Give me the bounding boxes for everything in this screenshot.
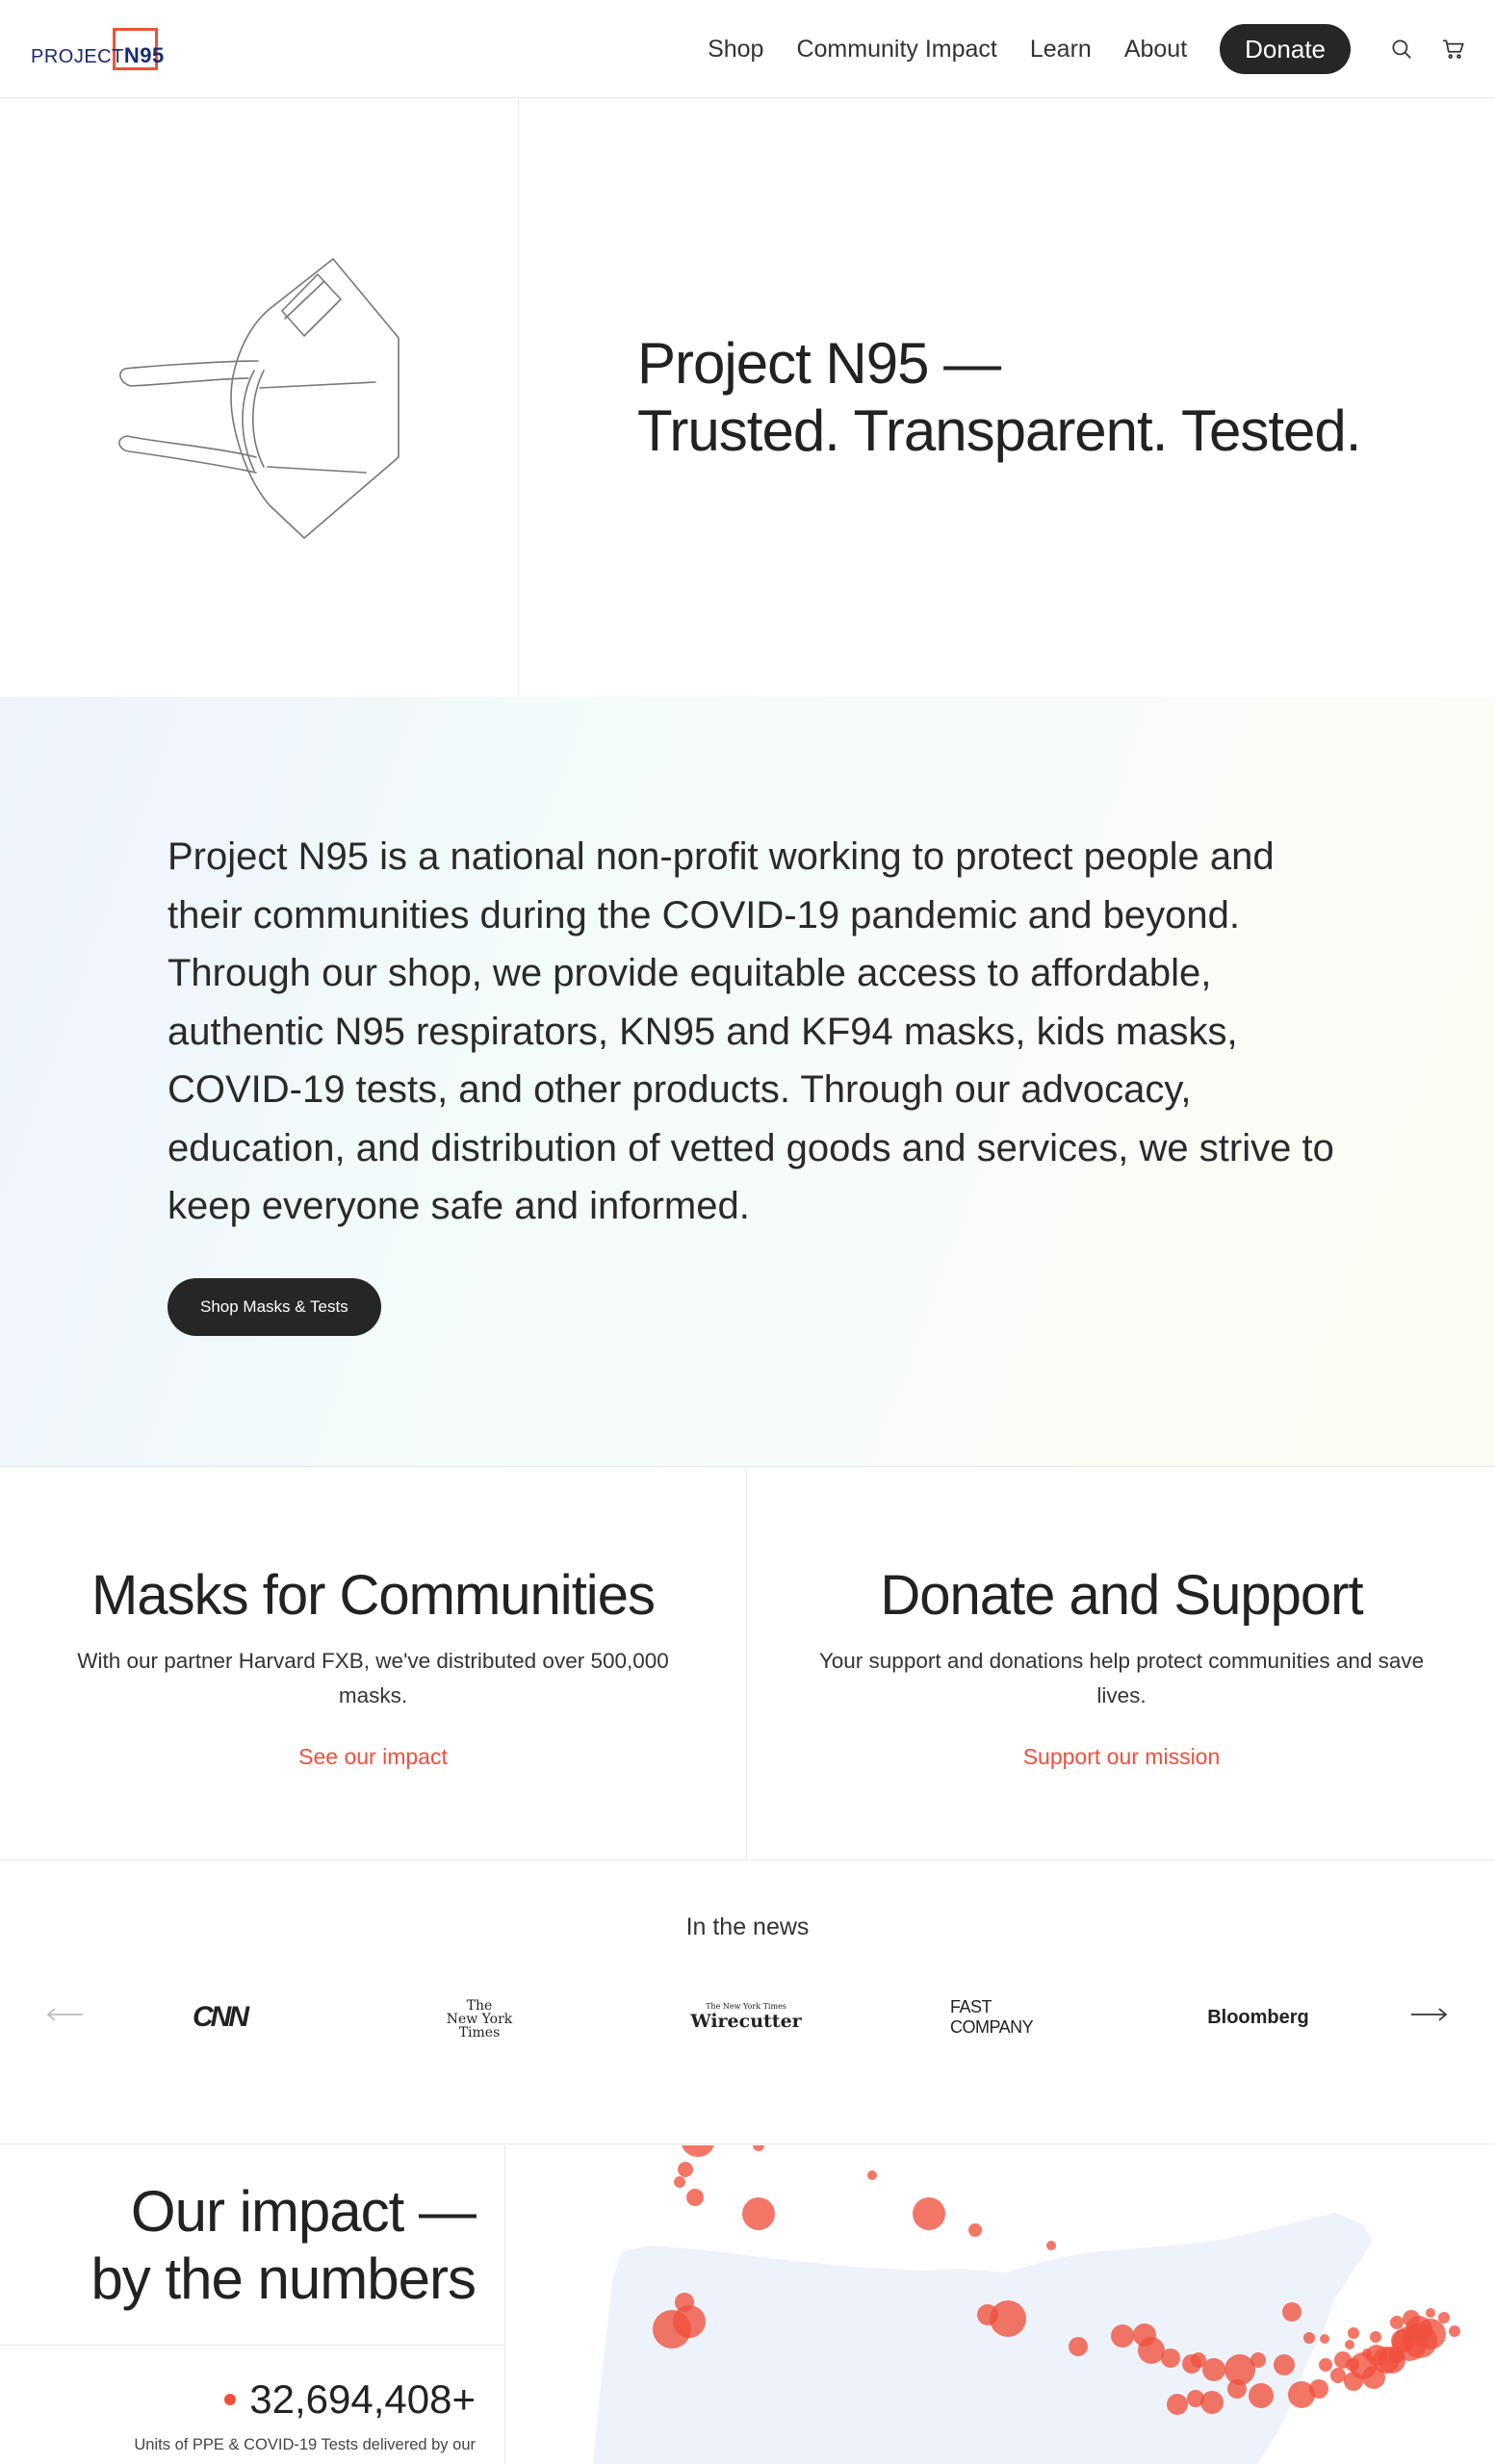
impact-location-marker (1161, 2348, 1180, 2368)
impact-location-marker (1187, 2390, 1204, 2407)
nav-about[interactable]: About (1124, 36, 1187, 64)
card-title: Masks for Communities (91, 1564, 656, 1627)
wirecutter-logo-kicker: The New York Times (706, 2002, 786, 2011)
units-delivered-count: 32,694,408+ (249, 2376, 476, 2422)
project-n95-logo[interactable]: PROJECTN95 (31, 28, 164, 70)
impact-location-marker (1182, 2354, 1201, 2374)
us-map-illustration (593, 2145, 1460, 2464)
impact-location-marker (1202, 2358, 1225, 2381)
impact-location-marker (1379, 2347, 1405, 2374)
impact-location-marker (1046, 2241, 1056, 2250)
impact-location-marker (1330, 2368, 1346, 2383)
support-our-mission-link[interactable]: Support our mission (748, 1744, 1495, 1770)
impact-location-marker (1282, 2302, 1302, 2322)
hero-section: Project N95 — Trusted. Transparent. Test… (0, 99, 1495, 696)
impact-location-marker (1227, 2379, 1247, 2399)
impact-location-marker (1345, 2340, 1354, 2349)
wirecutter-logo-text: Wirecutter (690, 2011, 802, 2032)
cart-icon[interactable] (1437, 33, 1470, 65)
fast-company-logo[interactable]: FAST COMPANY (950, 1997, 1056, 2037)
news-heading: In the news (685, 1913, 810, 1940)
carousel-prev-arrow-icon[interactable] (44, 2000, 87, 2029)
impact-location-marker (1344, 2372, 1363, 2391)
card-masks-for-communities: Masks for Communities With our partner H… (0, 1469, 747, 1861)
card-title: Donate and Support (880, 1564, 1363, 1627)
impact-location-marker (968, 2223, 982, 2237)
impact-location-marker (673, 2305, 706, 2338)
nyt-logo-line: The (466, 1998, 493, 2014)
impact-location-marker (977, 2304, 998, 2325)
impact-location-marker (1250, 2352, 1266, 2368)
nyt-logo-line: Times (458, 2025, 501, 2040)
impact-location-marker (1449, 2325, 1460, 2337)
impact-location-marker (753, 2145, 764, 2151)
impact-location-marker (678, 2162, 693, 2177)
units-delivered-label: Units of PPE & COVID-19 Tests delivered … (134, 2436, 476, 2453)
impact-location-marker (1426, 2308, 1435, 2318)
n95-mask-illustration (118, 258, 400, 539)
impact-location-marker (1370, 2331, 1381, 2343)
impact-location-marker (1403, 2310, 1420, 2327)
impact-location-marker (1274, 2354, 1295, 2375)
impact-location-marker (682, 2145, 714, 2157)
impact-location-marker (1249, 2383, 1274, 2408)
divider (0, 2345, 505, 2346)
impact-location-marker (1288, 2381, 1315, 2408)
impact-location-marker (1069, 2337, 1088, 2356)
bloomberg-logo[interactable]: Bloomberg (1205, 1998, 1311, 2037)
us-impact-map (506, 2145, 1495, 2464)
impact-heading-line1: Our impact — (130, 2179, 477, 2244)
impact-location-marker (1348, 2327, 1359, 2339)
hero-heading: Project N95 — Trusted. Transparent. Test… (637, 330, 1361, 465)
hero-heading-line2: Trusted. Transparent. Tested. (637, 398, 1361, 463)
nyt-logo-line: New York (446, 2012, 513, 2027)
mission-statement: Project N95 is a national non-profit wor… (168, 835, 1334, 1227)
logo-wordmark: PROJECTN95 (31, 43, 165, 67)
impact-location-marker (1362, 2366, 1385, 2389)
us-map-land (593, 2213, 1373, 2464)
impact-location-marker (1320, 2334, 1329, 2344)
card-donate-and-support: Donate and Support Your support and dona… (748, 1469, 1495, 1861)
search-icon[interactable] (1385, 33, 1418, 65)
impact-location-marker (1390, 2316, 1404, 2329)
impact-heading: Our impact — by the numbers (90, 2178, 477, 2313)
impact-section: Our impact — by the numbers 32,694,408+ … (0, 2145, 1495, 2464)
impact-location-marker (742, 2197, 775, 2230)
impact-location-marker (1138, 2337, 1165, 2364)
donate-button[interactable]: Donate (1220, 24, 1351, 74)
impact-location-marker (686, 2189, 704, 2206)
carousel-next-arrow-icon[interactable] (1407, 2000, 1450, 2029)
nav-shop[interactable]: Shop (708, 36, 763, 64)
wirecutter-logo[interactable]: The New York Times Wirecutter (690, 1998, 802, 2037)
site-header: PROJECTN95 Shop Community Impact Learn A… (0, 0, 1495, 98)
impact-location-marker (1111, 2324, 1134, 2348)
impact-location-marker (1362, 2348, 1372, 2358)
nyt-logo[interactable]: The New York Times (446, 1994, 513, 2044)
main-nav: Shop Community Impact Learn About Donate (708, 0, 1495, 98)
impact-location-marker (1167, 2394, 1188, 2415)
impact-stats-panel: Our impact — by the numbers 32,694,408+ … (0, 2145, 505, 2464)
see-our-impact-link[interactable]: See our impact (0, 1744, 746, 1770)
impact-location-marker (1303, 2332, 1315, 2344)
nav-community-impact[interactable]: Community Impact (796, 36, 996, 64)
impact-location-marker (913, 2197, 945, 2230)
impact-location-marker (867, 2170, 877, 2180)
feature-cards: Masks for Communities With our partner H… (0, 1469, 1495, 1861)
stat-bullet (224, 2394, 236, 2405)
card-body: Your support and donations help protect … (818, 1649, 1425, 1707)
in-the-news-section: In the news CNN The New York Times The N… (0, 1861, 1495, 2144)
cnn-logo[interactable]: CNN (189, 1998, 250, 2037)
impact-location-marker (1319, 2358, 1332, 2372)
hero-heading-line1: Project N95 — (637, 331, 1001, 396)
impact-heading-line2: by the numbers (90, 2246, 477, 2311)
impact-location-marker (1200, 2391, 1224, 2414)
impact-location-marker (674, 2176, 685, 2188)
mission-section: Project N95 is a national non-profit wor… (0, 697, 1495, 1467)
hero-illustration-panel (0, 99, 519, 696)
nav-learn[interactable]: Learn (1030, 36, 1092, 64)
impact-location-marker (1438, 2312, 1450, 2323)
shop-masks-tests-button[interactable]: Shop Masks & Tests (168, 1278, 381, 1336)
card-body: With our partner Harvard FXB, we've dist… (77, 1649, 669, 1707)
